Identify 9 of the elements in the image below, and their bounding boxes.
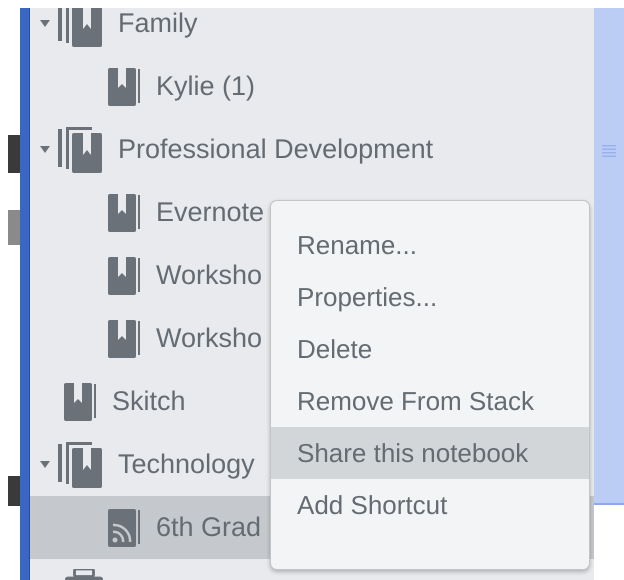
notebook-name: Kylie (1) [156, 72, 256, 101]
notebook-name: Professional Development [118, 135, 434, 164]
notebook-name: Worksho [156, 261, 262, 290]
notebook-name: Skitch [112, 387, 186, 416]
notebook-name: 6th Grad [156, 513, 262, 542]
notebook-name: Evernote [156, 198, 264, 227]
notebook-name: Technology [118, 450, 255, 479]
notebook-name: Family [118, 9, 198, 38]
notebook-name: Worksho [156, 324, 262, 353]
